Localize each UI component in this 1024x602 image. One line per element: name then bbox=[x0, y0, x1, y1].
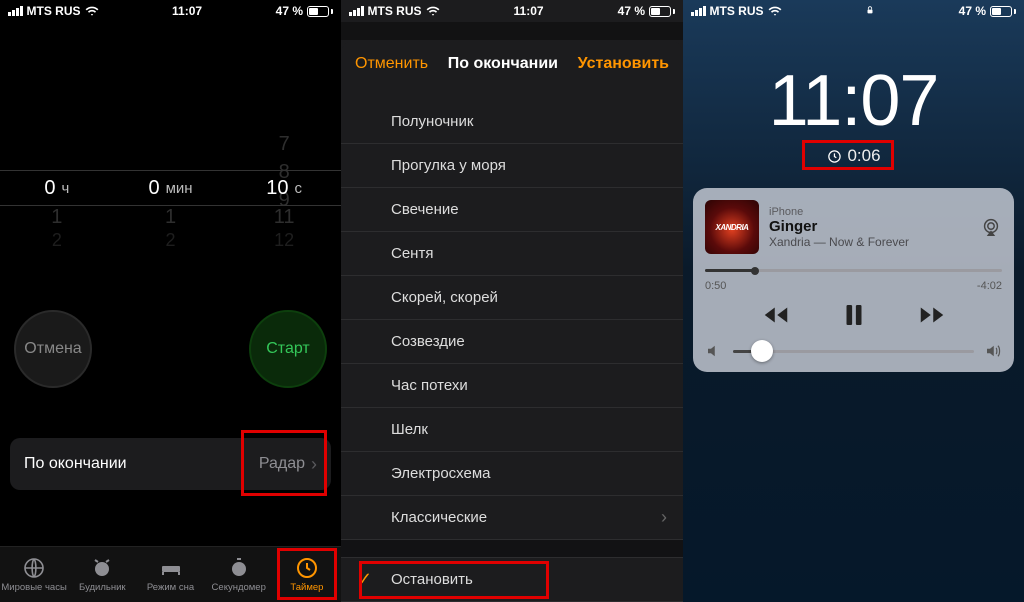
bed-icon bbox=[159, 556, 183, 580]
album-art[interactable]: XANDRIA bbox=[705, 200, 759, 254]
sound-item[interactable]: Скорей, скорей bbox=[341, 276, 683, 320]
sheet-header: Отменить По окончании Установить bbox=[341, 40, 683, 88]
stopwatch-icon bbox=[227, 556, 251, 580]
airplay-icon[interactable] bbox=[980, 216, 1002, 238]
tab-sleep[interactable]: Режим сна bbox=[136, 547, 204, 602]
chevron-right-icon: › bbox=[311, 454, 317, 475]
timer-icon bbox=[295, 556, 319, 580]
battery-icon bbox=[307, 6, 333, 17]
signal-icon bbox=[691, 6, 706, 16]
sound-item[interactable]: Полуночник bbox=[341, 100, 683, 144]
wifi-icon bbox=[768, 4, 782, 18]
signal-icon bbox=[349, 6, 364, 16]
sound-item[interactable]: Прогулка у моря bbox=[341, 144, 683, 188]
battery-icon bbox=[649, 6, 675, 17]
sound-item-classic[interactable]: Классические› bbox=[341, 496, 683, 540]
sheet-cancel-button[interactable]: Отменить bbox=[355, 55, 428, 73]
timer-screen: MTS RUS 11:07 47 % 7 8 9 0ч 0мин 10с 1 1… bbox=[0, 0, 341, 602]
tab-world-clock[interactable]: Мировые часы bbox=[0, 547, 68, 602]
forward-icon[interactable] bbox=[917, 300, 947, 330]
pause-icon[interactable] bbox=[839, 300, 869, 330]
alarm-icon bbox=[90, 556, 114, 580]
lock-screen: MTS RUS 47 % 11:07 0:06 XANDRIA iPhone G… bbox=[683, 0, 1024, 602]
sound-item[interactable]: Электросхема bbox=[341, 452, 683, 496]
volume-low-icon bbox=[705, 342, 723, 360]
check-icon: ✓ bbox=[357, 569, 372, 590]
status-bar: MTS RUS 11:07 47 % bbox=[341, 0, 683, 22]
tab-timer[interactable]: Таймер bbox=[273, 547, 341, 602]
end-label: По окончании bbox=[24, 455, 127, 473]
picker-selected-row: 0ч 0мин 10с bbox=[0, 170, 341, 206]
sound-item[interactable]: Час потехи bbox=[341, 364, 683, 408]
lock-icon bbox=[865, 4, 875, 16]
sound-item[interactable]: Шелк bbox=[341, 408, 683, 452]
sound-list[interactable]: Полуночник Прогулка у моря Свечение Сент… bbox=[341, 100, 683, 602]
track-album: Xandria — Now & Forever bbox=[769, 235, 970, 249]
elapsed-time: 0:50 bbox=[705, 280, 726, 292]
cancel-button[interactable]: Отмена bbox=[14, 310, 92, 388]
timer-icon bbox=[826, 149, 841, 164]
sound-item[interactable]: Созвездие bbox=[341, 320, 683, 364]
wifi-icon bbox=[426, 4, 440, 18]
status-bar: MTS RUS 11:07 47 % bbox=[0, 0, 341, 22]
sound-sheet: MTS RUS 11:07 47 % Отменить По окончании… bbox=[341, 0, 683, 602]
when-timer-ends-row[interactable]: По окончании Радар › bbox=[10, 438, 331, 490]
rewind-icon[interactable] bbox=[761, 300, 791, 330]
lock-clock: 11:07 bbox=[683, 60, 1024, 142]
status-time: 11:07 bbox=[99, 4, 276, 18]
tab-bar: Мировые часы Будильник Режим сна Секундо… bbox=[0, 546, 341, 602]
sound-item[interactable]: Свечение bbox=[341, 188, 683, 232]
tab-alarm[interactable]: Будильник bbox=[68, 547, 136, 602]
timer-remaining[interactable]: 0:06 bbox=[826, 146, 880, 166]
volume-high-icon bbox=[984, 342, 1002, 360]
signal-icon bbox=[8, 6, 23, 16]
wifi-icon bbox=[85, 4, 99, 18]
remaining-time: -4:02 bbox=[977, 280, 1002, 292]
track-title: Ginger bbox=[769, 218, 970, 235]
globe-icon bbox=[22, 556, 46, 580]
carrier-label: MTS RUS bbox=[27, 4, 81, 18]
media-player: XANDRIA iPhone Ginger Xandria — Now & Fo… bbox=[693, 188, 1014, 372]
end-value: Радар bbox=[259, 455, 305, 473]
sound-item[interactable]: Сентя bbox=[341, 232, 683, 276]
sheet-set-button[interactable]: Установить bbox=[578, 55, 669, 73]
player-source: iPhone bbox=[769, 206, 970, 218]
start-button[interactable]: Старт bbox=[249, 310, 327, 388]
volume-slider[interactable] bbox=[733, 350, 974, 353]
sheet-title: По окончании bbox=[448, 55, 558, 73]
tab-stopwatch[interactable]: Секундомер bbox=[205, 547, 273, 602]
scrubber[interactable] bbox=[705, 264, 1002, 278]
battery-icon bbox=[990, 6, 1016, 17]
battery-pct: 47 % bbox=[276, 4, 303, 18]
chevron-right-icon: › bbox=[661, 507, 667, 528]
sound-item-stop[interactable]: ✓ Остановить bbox=[341, 558, 683, 602]
status-bar: MTS RUS 47 % bbox=[683, 0, 1024, 22]
